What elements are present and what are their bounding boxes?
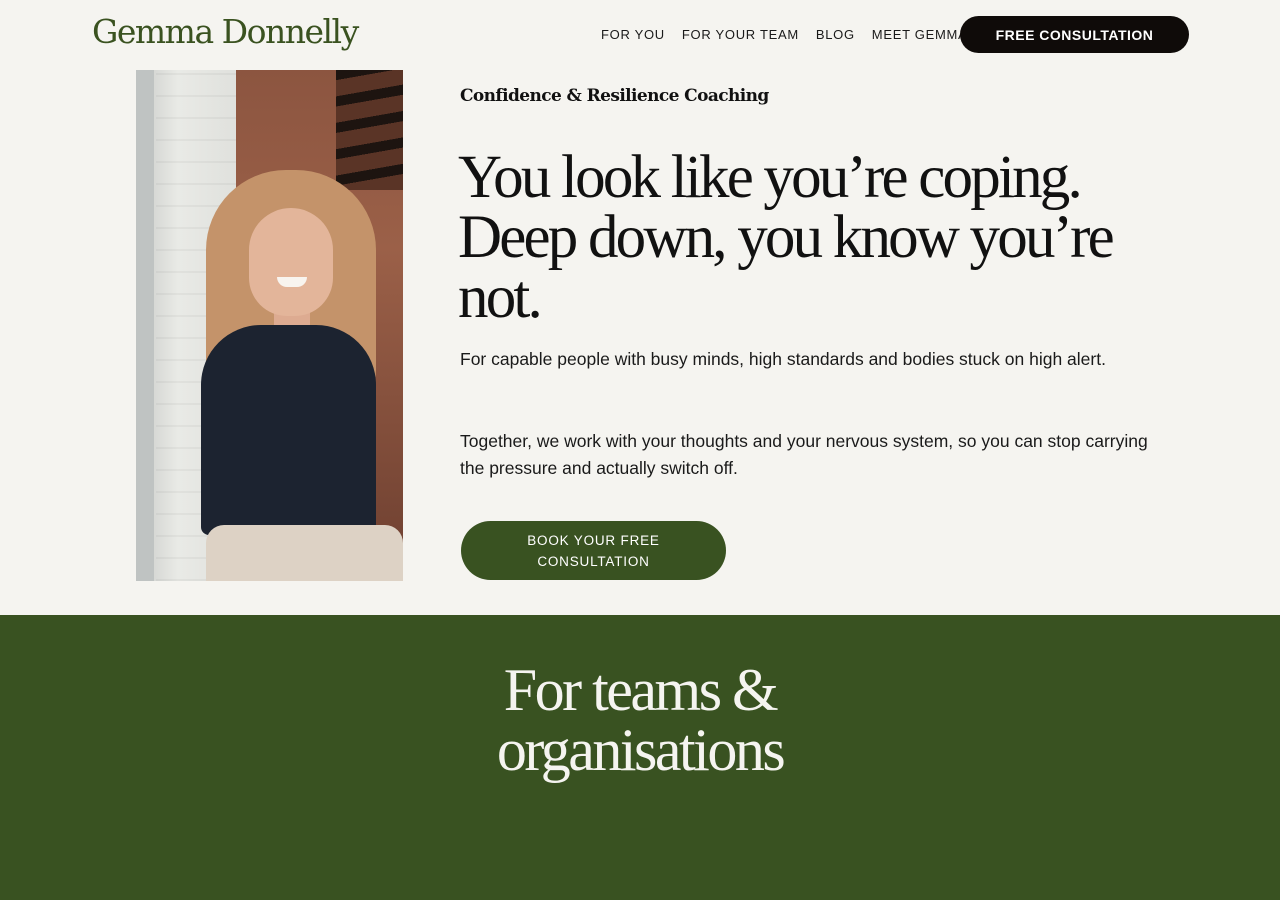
photo-stairs [336,70,403,190]
hero-headline: You look like you’re coping. Deep down, … [458,144,1115,331]
photo-top [201,325,376,535]
book-free-consultation-button[interactable]: BOOK YOUR FREE CONSULTATION [461,521,726,580]
nav-meet-gemma[interactable]: MEET GEMMA [872,27,968,42]
book-consultation-label: BOOK YOUR FREE CONSULTATION [527,532,660,569]
photo-face [249,208,333,316]
photo-window [136,70,154,581]
teams-section-title: For teams & organisations [496,657,786,783]
site-header: Gemma Donnelly FOR YOU FOR YOUR TEAM BLO… [0,0,1280,70]
hero-paragraph-2: Together, we work with your thoughts and… [460,431,1148,478]
photo-trousers [206,525,403,581]
site-logo[interactable]: Gemma Donnelly [92,12,359,51]
nav-for-your-team[interactable]: FOR YOUR TEAM [682,27,799,42]
nav-blog[interactable]: BLOG [816,27,855,42]
free-consultation-button[interactable]: FREE CONSULTATION [960,16,1189,53]
hero-portrait-photo [136,70,403,581]
teams-section: For teams & organisations [0,615,1280,900]
hero-eyebrow: Confidence & Resilience Coaching [460,86,769,106]
hero-paragraph-1: For capable people with busy minds, high… [460,349,1106,369]
main-nav: FOR YOU FOR YOUR TEAM BLOG MEET GEMMA [601,27,967,42]
nav-for-you[interactable]: FOR YOU [601,27,665,42]
